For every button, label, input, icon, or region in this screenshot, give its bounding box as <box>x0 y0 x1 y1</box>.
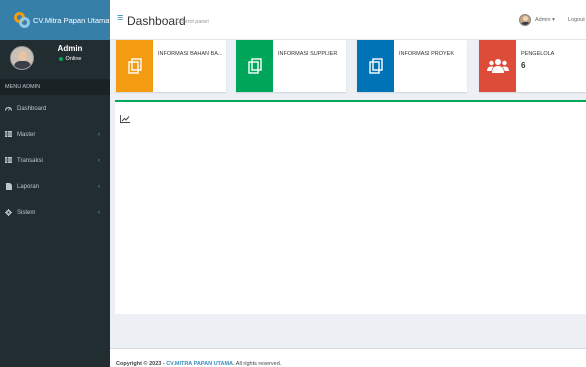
sidebar: CV.Mitra Papan Utama Admin Online MENU A… <box>0 0 110 367</box>
sidebar-item-dashboard[interactable]: Dashboard <box>0 98 110 120</box>
user-status: Online <box>40 56 100 62</box>
users-icon <box>479 40 516 92</box>
footer-copyright: Copyright © 2023 - CV.MITRA PAPAN UTAMA.… <box>116 361 282 367</box>
gear-icon <box>5 208 12 218</box>
user-status-label: Online <box>65 56 82 62</box>
chevron-left-icon: ‹ <box>98 184 100 190</box>
logout-link[interactable]: Logout <box>568 17 585 23</box>
info-box-supplier[interactable]: INFORMASI SUPPLIER <box>236 40 346 92</box>
user-menu-button[interactable]: Admin ▾ <box>535 17 555 23</box>
footer: Copyright © 2023 - CV.MITRA PAPAN UTAMA.… <box>110 348 586 367</box>
chevron-left-icon: ‹ <box>98 158 100 164</box>
table-icon <box>5 131 12 139</box>
info-box-label: PENGELOLA <box>521 51 555 57</box>
user-avatar[interactable] <box>519 14 531 26</box>
top-navbar: ≡ Dashboard Control panel Admin ▾ Logout <box>110 0 586 40</box>
dashboard-icon <box>4 105 13 113</box>
chevron-left-icon: ‹ <box>98 132 100 138</box>
file-icon <box>5 182 12 192</box>
info-box-label: INFORMASI SUPPLIER <box>278 51 338 57</box>
info-box-label: INFORMASI PROYEK <box>399 51 455 57</box>
user-name: Admin <box>57 44 83 53</box>
sidebar-item-transaksi[interactable]: Transaksi ‹ <box>0 150 110 172</box>
info-box-pengelola[interactable]: PENGELOLA 6 <box>479 40 586 92</box>
copy-icon <box>357 40 394 92</box>
sidebar-item-label: Transaksi <box>17 158 43 164</box>
sidebar-item-label: Laporan <box>17 184 40 190</box>
menu-toggle-icon[interactable]: ≡ <box>117 12 123 24</box>
info-box-proyek[interactable]: INFORMASI PROYEK <box>357 40 467 92</box>
sidebar-item-label: Sistem <box>17 210 36 216</box>
info-box-bahan-baku[interactable]: INFORMASI BAHAN BA... <box>116 40 226 92</box>
table-icon <box>5 157 12 165</box>
main-chart-box <box>115 100 586 314</box>
logo-text: CV.Mitra Papan Utama <box>33 15 110 25</box>
sidebar-item-sistem[interactable]: Sistem ‹ <box>0 202 110 224</box>
footer-brand-link[interactable]: CV.MITRA PAPAN UTAMA. <box>166 361 234 367</box>
page-subtitle: Control panel <box>176 19 209 25</box>
status-dot-icon <box>58 57 63 61</box>
sidebar-item-master[interactable]: Master ‹ <box>0 124 110 146</box>
copy-icon <box>116 40 153 92</box>
avatar <box>10 46 34 70</box>
sidebar-item-laporan[interactable]: Laporan ‹ <box>0 176 110 198</box>
copy-icon <box>236 40 273 92</box>
menu-header: MENU ADMIN <box>0 79 110 95</box>
info-box-number: 6 <box>521 61 526 70</box>
sidebar-item-label: Dashboard <box>17 106 47 112</box>
logo-bar[interactable]: CV.Mitra Papan Utama <box>0 0 110 40</box>
logo-icon <box>14 12 30 28</box>
user-panel: Admin Online <box>0 40 110 76</box>
chevron-left-icon: ‹ <box>98 210 100 216</box>
info-box-label: INFORMASI BAHAN BA... <box>158 51 223 57</box>
line-chart-icon <box>120 110 130 128</box>
sidebar-item-label: Master <box>17 132 36 138</box>
